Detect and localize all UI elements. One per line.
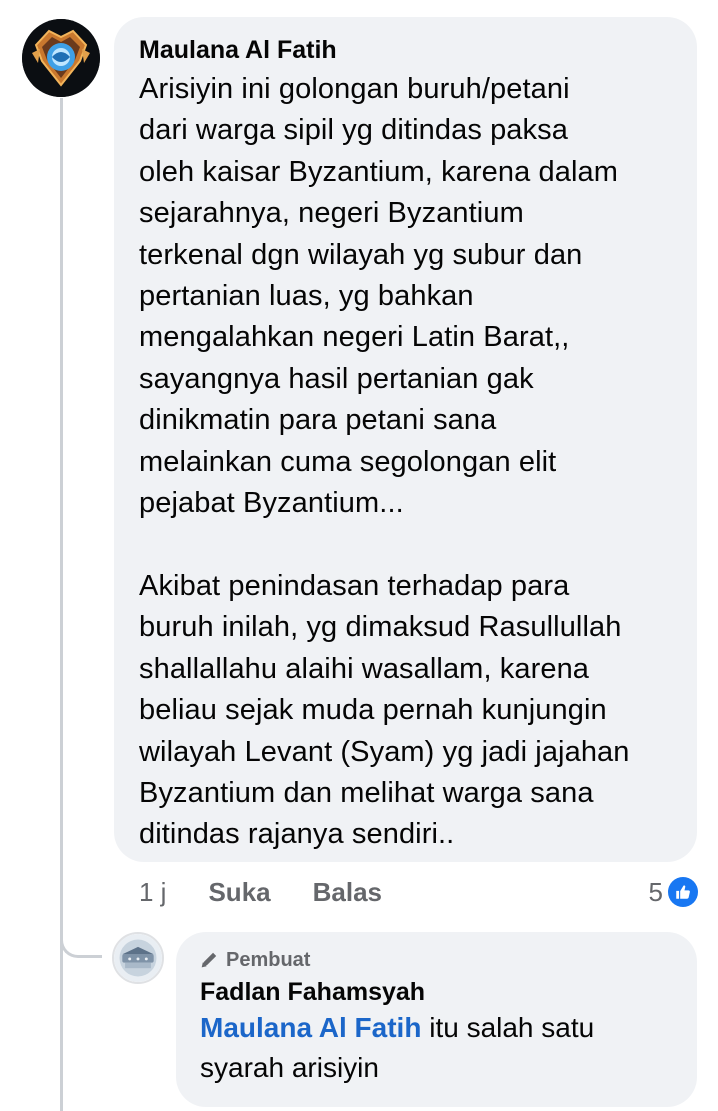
avatar[interactable] xyxy=(22,19,100,97)
comment-actions: 1 j Suka Balas xyxy=(139,872,424,912)
reply-text: Maulana Al Fatih itu salah satu syarah a… xyxy=(200,1008,677,1088)
reply-avatar[interactable] xyxy=(112,932,164,984)
profile-photo-icon xyxy=(114,934,162,982)
reply-bubble: Pembuat Fadlan Fahamsyah Maulana Al Fati… xyxy=(176,932,697,1107)
mention-link[interactable]: Maulana Al Fatih xyxy=(200,1012,421,1043)
like-icon xyxy=(668,877,698,907)
pencil-icon xyxy=(200,951,218,969)
thread-line-connector xyxy=(60,900,102,958)
like-button[interactable]: Suka xyxy=(208,877,270,908)
reply-button[interactable]: Balas xyxy=(313,877,382,908)
comment-bubble: Maulana Al Fatih Arisiyin ini golongan b… xyxy=(114,17,697,862)
comment-author[interactable]: Maulana Al Fatih xyxy=(139,35,673,65)
reply-author[interactable]: Fadlan Fahamsyah xyxy=(200,976,677,1008)
game-emblem-icon xyxy=(22,19,100,97)
reaction-count: 5 xyxy=(648,876,663,907)
thread-line xyxy=(60,98,63,1111)
comment-timestamp[interactable]: 1 j xyxy=(139,877,166,908)
reaction-summary[interactable]: 5 xyxy=(649,872,698,912)
comment-text: Arisiyin ini golongan buruh/petani dari … xyxy=(139,73,630,851)
author-badge: Pembuat xyxy=(200,946,677,974)
author-badge-label: Pembuat xyxy=(226,948,311,971)
